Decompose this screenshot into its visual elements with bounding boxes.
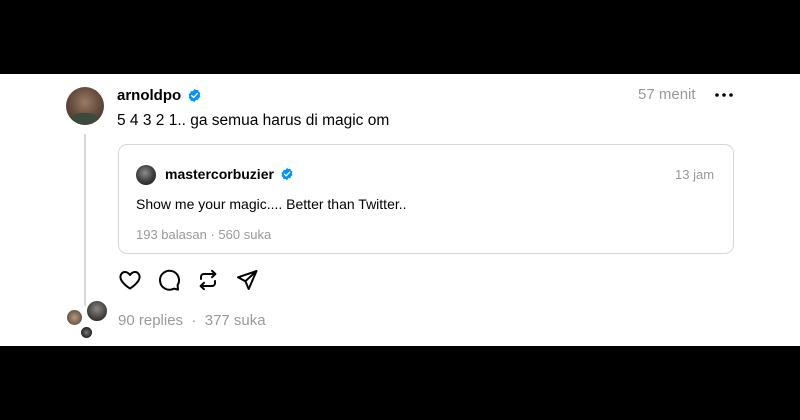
replier-avatars <box>64 299 110 340</box>
quoted-username[interactable]: mastercorbuzier <box>165 166 274 182</box>
thread-post: arnoldpo 57 menit 5 4 3 2 1.. ga semua h… <box>0 74 800 346</box>
heart-icon[interactable] <box>118 268 142 292</box>
post-actions <box>118 268 274 292</box>
post-text: 5 4 3 2 1.. ga semua harus di magic om <box>117 112 390 129</box>
replier-avatar[interactable] <box>85 299 109 323</box>
quoted-post-text: Show me your magic.... Better than Twitt… <box>136 196 407 212</box>
verified-badge-icon <box>188 88 201 102</box>
username[interactable]: arnoldpo <box>117 87 181 104</box>
replier-avatar[interactable] <box>65 308 84 327</box>
more-options-icon[interactable] <box>714 92 734 98</box>
send-icon[interactable] <box>235 268 259 292</box>
avatar[interactable] <box>66 87 104 125</box>
quoted-post-stats: 193 balasan · 560 suka <box>136 227 271 242</box>
repost-icon[interactable] <box>196 268 220 292</box>
replier-avatar[interactable] <box>79 325 94 340</box>
quoted-post-header: mastercorbuzier <box>165 164 294 184</box>
quoted-post-card[interactable]: mastercorbuzier 13 jam Show me your magi… <box>118 144 734 254</box>
post-timestamp: 57 menit <box>638 86 696 103</box>
comment-icon[interactable] <box>157 268 181 292</box>
post-stats: 90 replies · 377 suka <box>118 312 266 329</box>
quoted-likes-count[interactable]: 560 suka <box>218 227 271 242</box>
quoted-avatar[interactable] <box>136 165 156 185</box>
quoted-timestamp: 13 jam <box>675 167 715 182</box>
likes-count[interactable]: 377 suka <box>205 312 266 329</box>
replies-count[interactable]: 90 replies <box>118 312 183 329</box>
verified-badge-icon <box>281 167 293 181</box>
quoted-replies-count[interactable]: 193 balasan <box>136 227 207 242</box>
stats-separator: · <box>187 312 201 329</box>
thread-line <box>84 134 86 306</box>
post-header: arnoldpo <box>117 84 202 106</box>
